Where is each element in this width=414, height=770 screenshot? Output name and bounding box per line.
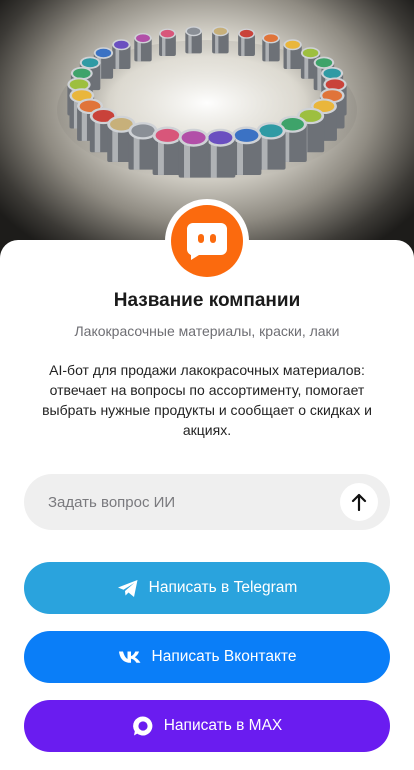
ask-ai-box [24, 474, 390, 530]
telegram-icon [117, 579, 139, 598]
max-button[interactable]: Написать в MAX [24, 700, 390, 752]
paint-can [262, 32, 280, 62]
telegram-button-label: Написать в Telegram [148, 579, 298, 596]
ask-ai-input[interactable] [48, 493, 348, 511]
avatar [171, 205, 243, 277]
arrow-up-icon [351, 493, 367, 511]
company-description: AI-бот для продажи лакокрасочных материа… [42, 362, 372, 438]
paint-can [231, 126, 262, 175]
paint-can [159, 28, 176, 57]
paint-can [185, 26, 202, 54]
paint-can [283, 39, 302, 70]
vk-button[interactable]: Написать Вконтакте [24, 631, 390, 683]
company-subtitle: Лакокрасочные материалы, краски, лаки [74, 323, 340, 339]
paint-can [152, 126, 183, 175]
chat-bot-face-icon [186, 223, 227, 260]
paint-can [112, 39, 131, 70]
vk-icon [118, 650, 142, 664]
paint-can [205, 128, 236, 178]
telegram-button[interactable]: Написать в Telegram [24, 562, 390, 614]
company-name: Название компании [113, 290, 301, 311]
paint-can [178, 128, 209, 178]
max-icon [132, 715, 154, 737]
max-button-label: Написать в MAX [163, 717, 283, 734]
paint-can [238, 28, 255, 57]
paint-can [134, 32, 152, 62]
send-button[interactable] [340, 483, 378, 521]
paint-can [212, 26, 229, 54]
vk-button-label: Написать Вконтакте [151, 648, 297, 665]
